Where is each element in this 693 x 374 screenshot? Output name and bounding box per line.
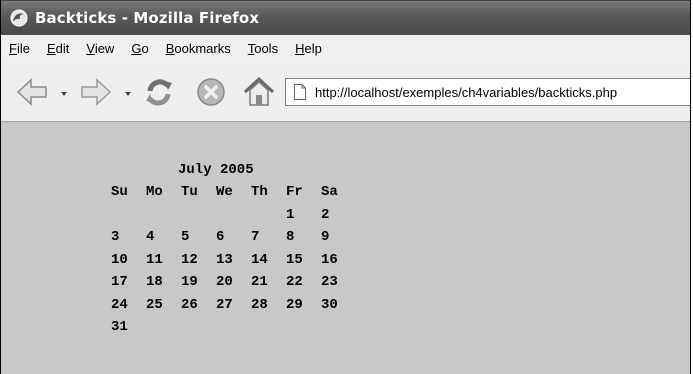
day-cell: 28: [251, 296, 268, 313]
menu-edit[interactable]: Edit: [47, 41, 69, 56]
calendar-title: July 2005: [178, 162, 254, 178]
back-dropdown-icon[interactable]: [61, 92, 67, 96]
day-cell: 13: [216, 251, 233, 268]
window-title: Backticks - Mozilla Firefox: [35, 9, 260, 27]
day-cell: 12: [181, 251, 198, 268]
day-cell: 14: [251, 251, 268, 268]
menu-go[interactable]: Go: [131, 41, 148, 56]
day-cell: 8: [286, 229, 295, 245]
home-icon[interactable]: [242, 75, 276, 109]
day-cell: 7: [251, 229, 260, 245]
menu-bookmarks[interactable]: Bookmarks: [166, 41, 231, 56]
weekday-label: We: [216, 184, 233, 200]
menu-help[interactable]: Help: [295, 41, 322, 56]
day-cell: 17: [111, 274, 128, 290]
weekday-label: Fr: [286, 184, 303, 200]
day-cell: 1: [286, 206, 295, 223]
day-cell: 18: [146, 274, 163, 290]
day-cell: 3: [111, 229, 120, 245]
day-cell: 22: [286, 274, 303, 290]
page-icon: [294, 84, 306, 100]
firefox-icon: [10, 9, 28, 27]
day-cell: 10: [111, 251, 128, 268]
day-cell: 30: [321, 296, 338, 313]
day-cell: 27: [216, 296, 233, 313]
day-cell: 24: [111, 296, 128, 313]
forward-dropdown-icon[interactable]: [125, 92, 131, 96]
reload-icon[interactable]: [142, 75, 176, 109]
weekday-label: Mo: [146, 184, 163, 200]
menu-view[interactable]: View: [86, 41, 114, 56]
day-cell: 2: [321, 206, 330, 223]
menu-file[interactable]: File: [9, 41, 30, 56]
weekday-label: Th: [251, 184, 268, 200]
stop-icon[interactable]: [194, 75, 228, 109]
page-content: July 2005 Su Mo Tu We Th Fr Sa 1 2 3 4 5 6 7 8 9 10 11 12 1…: [1, 122, 690, 374]
day-cell: 23: [321, 274, 338, 290]
day-cell: 19: [181, 274, 198, 290]
day-cell: 4: [146, 229, 155, 245]
day-cell: 11: [146, 251, 163, 268]
menu-bar: File Edit View Go Bookmarks Tools Help: [1, 35, 690, 62]
day-cell: 20: [216, 274, 233, 290]
weekday-label: Tu: [181, 184, 198, 200]
day-cell: 29: [286, 296, 303, 313]
day-cell: 15: [286, 251, 303, 268]
day-cell: 31: [111, 319, 128, 335]
day-cell: 6: [216, 229, 225, 245]
back-icon[interactable]: [15, 75, 49, 109]
weekday-label: Su: [111, 184, 128, 200]
url-bar[interactable]: http://localhost/exemples/ch4variables/b…: [285, 78, 690, 106]
day-cell: 21: [251, 274, 268, 290]
day-cell: 25: [146, 296, 163, 313]
day-cell: 16: [321, 251, 338, 268]
navigation-toolbar: http://localhost/exemples/ch4variables/b…: [1, 62, 690, 122]
day-cell: 26: [181, 296, 198, 313]
title-bar[interactable]: Backticks - Mozilla Firefox: [1, 0, 690, 35]
menu-tools[interactable]: Tools: [248, 41, 278, 56]
weekday-label: Sa: [321, 184, 338, 200]
day-cell: 9: [321, 229, 330, 245]
day-cell: 5: [181, 229, 190, 245]
forward-icon[interactable]: [79, 75, 113, 109]
browser-window: Backticks - Mozilla Firefox File Edit Vi…: [0, 0, 691, 374]
url-text[interactable]: http://localhost/exemples/ch4variables/b…: [315, 85, 617, 100]
